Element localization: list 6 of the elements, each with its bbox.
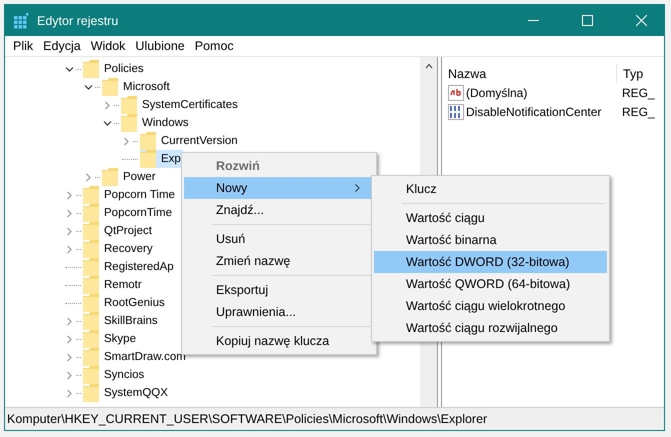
value-type: REG_ xyxy=(621,86,655,100)
value-type: REG_ xyxy=(621,104,655,118)
window-title: Edytor rejestru xyxy=(37,14,118,28)
status-bar: Komputer\HKEY_CURRENT_USER\SOFTWARE\Policies\Microsoft\Windows\Explorer xyxy=(5,407,664,430)
value-name: DisableNotificationCenter xyxy=(466,104,602,118)
value-name: (Domyślna) xyxy=(466,86,528,100)
